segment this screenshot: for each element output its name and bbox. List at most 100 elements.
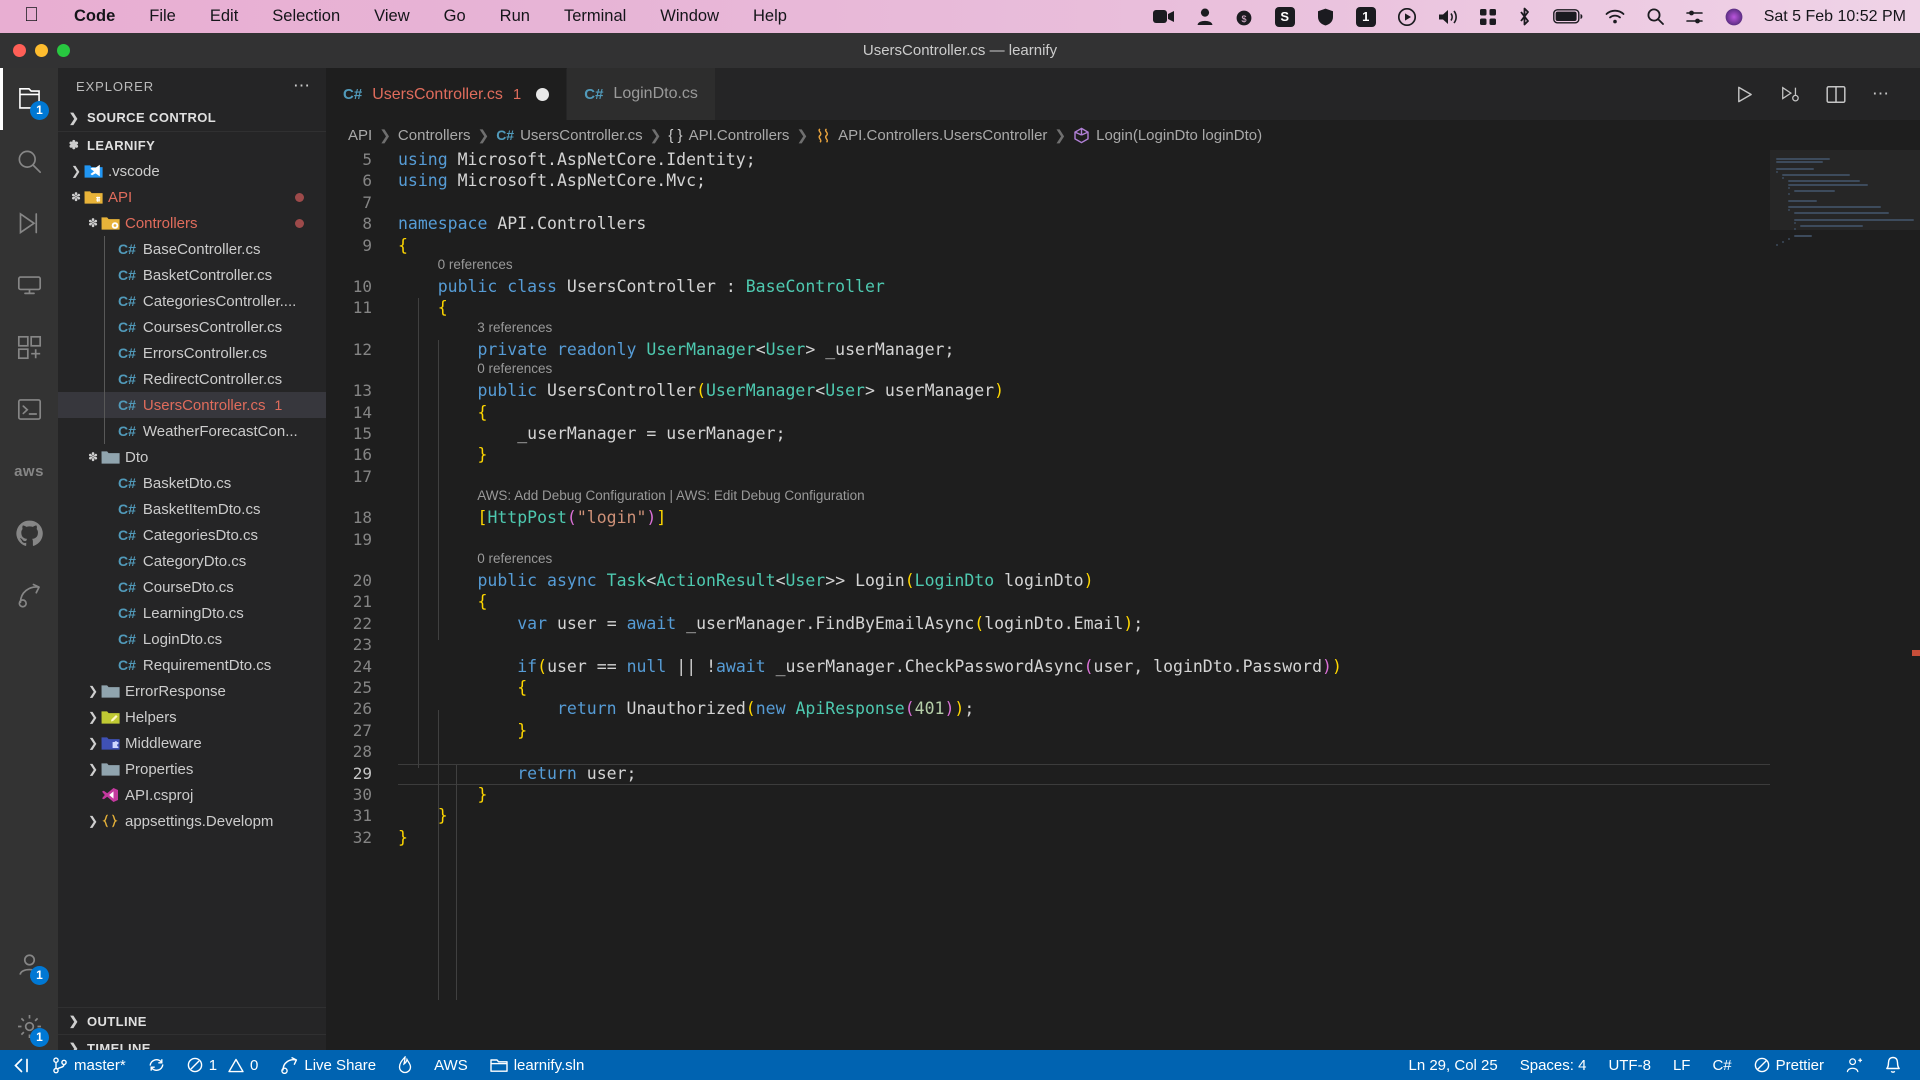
breadcrumb-item-file[interactable]: C# UsersController.cs [496, 127, 642, 144]
clock[interactable]: Sat 5 Feb 10:52 PM [1754, 8, 1906, 26]
activity-run-and-debug-icon[interactable] [0, 192, 58, 254]
solution-status[interactable]: learnify.sln [479, 1050, 596, 1080]
split-editor-icon[interactable] [1813, 85, 1859, 104]
activity-github-icon[interactable] [0, 502, 58, 564]
minimap[interactable] [1770, 150, 1920, 1013]
code-line[interactable]: 11 { [326, 298, 1920, 319]
tree-item-errorresponse[interactable]: ❯ErrorResponse [58, 678, 326, 704]
problems-status[interactable]: 1 0 [176, 1050, 270, 1080]
chevron-right-icon[interactable]: ❯ [85, 710, 101, 724]
tree-item-appsettings-developm[interactable]: ❯appsettings.Developm [58, 808, 326, 834]
chevron-down-icon[interactable]: ✽ [85, 450, 101, 464]
code-line[interactable]: 5using Microsoft.AspNetCore.Identity; [326, 150, 1920, 171]
feedback-status[interactable] [1835, 1050, 1874, 1080]
code-line[interactable]: 14 { [326, 403, 1920, 424]
code-line[interactable]: 15 _userManager = userManager; [326, 424, 1920, 445]
chevron-right-icon[interactable]: ❯ [85, 684, 101, 698]
tree-item-api-csproj[interactable]: API.csproj [58, 782, 326, 808]
menu-item-code[interactable]: Code [57, 7, 132, 26]
tree-item-controllers[interactable]: ✽Controllers [58, 210, 326, 236]
menu-item-selection[interactable]: Selection [255, 7, 357, 26]
shield-icon[interactable] [1306, 8, 1345, 26]
tree-item-learningdto-cs[interactable]: C#LearningDto.cs [58, 600, 326, 626]
code-lens[interactable]: 0 references [326, 551, 1920, 571]
menu-item-window[interactable]: Window [643, 7, 736, 26]
tree-item-errorscontroller-cs[interactable]: C#ErrorsController.cs [58, 340, 326, 366]
menu-item-help[interactable]: Help [736, 7, 804, 26]
code-line[interactable]: 6using Microsoft.AspNetCore.Mvc; [326, 171, 1920, 192]
aws-status[interactable]: AWS [423, 1050, 479, 1080]
control-center-icon[interactable] [1675, 9, 1714, 25]
tree-item-categoriesdto-cs[interactable]: C#CategoriesDto.cs [58, 522, 326, 548]
activity-terminal-icon[interactable] [0, 378, 58, 440]
code-line[interactable]: 32} [326, 828, 1920, 849]
code-line[interactable]: 20 public async Task<ActionResult<User>>… [326, 571, 1920, 592]
activity-aws-toolkit-icon[interactable]: aws [0, 440, 58, 502]
tree-item-requirementdto-cs[interactable]: C#RequirementDto.cs [58, 652, 326, 678]
section-source-control[interactable]: ❯ SOURCE CONTROL [58, 104, 326, 131]
tree-item-basketdto-cs[interactable]: C#BasketDto.cs [58, 470, 326, 496]
code-line[interactable]: 13 public UsersController(UserManager<Us… [326, 381, 1920, 402]
remote-window-icon[interactable] [0, 1050, 41, 1080]
tab-userscontroller[interactable]: C# UsersController.cs 1 [326, 68, 567, 120]
code-line[interactable]: 12 private readonly UserManager<User> _u… [326, 340, 1920, 361]
activity-explorer-icon[interactable]: 1 [0, 68, 58, 130]
tree-item-helpers[interactable]: ❯Helpers [58, 704, 326, 730]
apple-icon[interactable]:  [14, 5, 57, 28]
file-tree[interactable]: ❯.vscode✽API✽ControllersC#BaseController… [58, 158, 326, 1007]
tree-item-coursedto-cs[interactable]: C#CourseDto.cs [58, 574, 326, 600]
section-outline[interactable]: ❯ OUTLINE [58, 1007, 326, 1034]
activity-accounts-icon[interactable]: 1 [0, 933, 58, 995]
eol-status[interactable]: LF [1662, 1050, 1702, 1080]
menu-item-file[interactable]: File [132, 7, 193, 26]
code-line[interactable]: 28 [326, 742, 1920, 763]
s-badge-icon[interactable]: S [1264, 7, 1306, 27]
tree-item-redirectcontroller-cs[interactable]: C#RedirectController.cs [58, 366, 326, 392]
tree-item-basketcontroller-cs[interactable]: C#BasketController.cs [58, 262, 326, 288]
ellipsis-icon[interactable]: ⋯ [293, 76, 312, 96]
code-line[interactable]: 23 [326, 635, 1920, 656]
chevron-right-icon[interactable]: ❯ [68, 164, 84, 178]
code-line[interactable]: 18 [HttpPost("login")] [326, 508, 1920, 529]
code-line[interactable]: 10 public class UsersController : BaseCo… [326, 277, 1920, 298]
section-learnify[interactable]: ✽ LEARNIFY [58, 131, 326, 158]
code-editor[interactable]: 5using Microsoft.AspNetCore.Identity;6us… [326, 150, 1920, 1013]
tree-item-categoriescontroller[interactable]: C#CategoriesController.... [58, 288, 326, 314]
tree-item-logindto-cs[interactable]: C#LoginDto.cs [58, 626, 326, 652]
more-actions-icon[interactable]: ⋯ [1859, 84, 1904, 104]
user-icon[interactable] [1186, 8, 1224, 25]
run-icon[interactable] [1722, 85, 1767, 104]
code-line[interactable]: 9{ [326, 236, 1920, 257]
tree-item-coursescontroller-cs[interactable]: C#CoursesController.cs [58, 314, 326, 340]
tab-logindto[interactable]: C# LoginDto.cs [567, 68, 716, 120]
maximize-window-button[interactable] [57, 44, 70, 57]
breadcrumb-item-namespace[interactable]: { } API.Controllers [668, 127, 789, 144]
breadcrumb-item-controllers[interactable]: Controllers [398, 127, 471, 144]
chevron-down-icon[interactable]: ✽ [68, 190, 84, 204]
split-debug-icon[interactable] [1767, 85, 1813, 104]
wifi-icon[interactable] [1594, 9, 1636, 24]
video-camera-icon[interactable] [1142, 9, 1186, 24]
minimize-window-button[interactable] [35, 44, 48, 57]
close-window-button[interactable] [13, 44, 26, 57]
menu-item-terminal[interactable]: Terminal [547, 7, 643, 26]
live-share-status[interactable]: Live Share [269, 1050, 387, 1080]
breadcrumb-item-api[interactable]: API [348, 127, 372, 144]
play-circle-icon[interactable] [1387, 8, 1427, 26]
code-line[interactable]: 16 } [326, 445, 1920, 466]
tree-item-basecontroller-cs[interactable]: C#BaseController.cs [58, 236, 326, 262]
activity-live-share-icon[interactable] [0, 564, 58, 626]
chevron-right-icon[interactable]: ❯ [85, 736, 101, 750]
code-line[interactable]: 21 { [326, 592, 1920, 613]
code-line[interactable]: 30 } [326, 785, 1920, 806]
code-line[interactable]: 22 var user = await _userManager.FindByE… [326, 614, 1920, 635]
chevron-right-icon[interactable]: ❯ [85, 762, 101, 776]
moneybag-icon[interactable]: $ [1224, 8, 1264, 26]
menu-item-go[interactable]: Go [427, 7, 483, 26]
tree-item-weatherforecastcon[interactable]: C#WeatherForecastCon... [58, 418, 326, 444]
language-mode-status[interactable]: C# [1701, 1050, 1742, 1080]
siri-icon[interactable] [1714, 8, 1754, 26]
search-icon[interactable] [1636, 8, 1675, 25]
breadcrumb-item-class[interactable]: API.Controllers.UsersController [815, 127, 1047, 144]
menu-item-edit[interactable]: Edit [193, 7, 255, 26]
